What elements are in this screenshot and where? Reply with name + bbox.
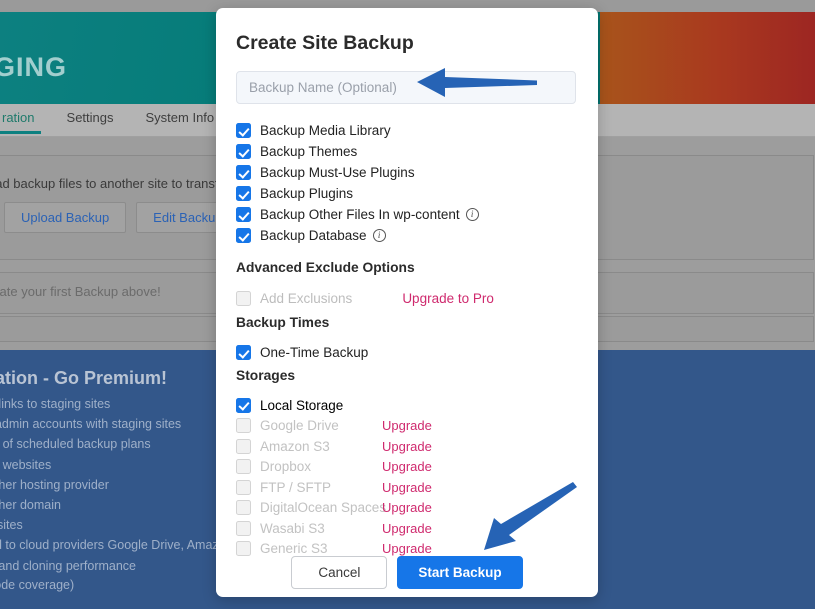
- checkbox-checked-icon[interactable]: [236, 228, 251, 243]
- checkbox-checked-icon[interactable]: [236, 186, 251, 201]
- storage-label: Amazon S3: [260, 438, 330, 454]
- add-exclusions-row: Add Exclusions Upgrade to Pro: [236, 287, 581, 309]
- checkbox-unchecked-icon: [236, 438, 251, 454]
- premium-feature-item: other hosting provider: [0, 477, 109, 492]
- checkbox-checked-icon[interactable]: [236, 165, 251, 180]
- backup-time-label: One-Time Backup: [260, 345, 369, 360]
- storage-label: Wasabi S3: [260, 520, 325, 536]
- backup-options-list: Backup Media Library Backup Themes Backu…: [236, 120, 581, 246]
- storages-section: Storages Local Storage Google Drive Upgr…: [236, 368, 581, 559]
- storage-upgrade-link[interactable]: Upgrade: [382, 418, 432, 433]
- empty-backups-message: reate your first Backup above!: [0, 284, 161, 299]
- storage-item-local-storage[interactable]: Local Storage: [236, 395, 581, 416]
- modal-footer: Cancel Start Backup: [216, 556, 598, 589]
- checkbox-unchecked-icon: [236, 479, 251, 495]
- checkbox-checked-icon[interactable]: [236, 397, 251, 413]
- checkbox-unchecked-icon: [236, 541, 251, 557]
- premium-feature-item-last: code coverage): [0, 578, 75, 592]
- modal-title: Create Site Backup: [236, 32, 414, 54]
- storage-upgrade-link[interactable]: Upgrade: [382, 500, 432, 515]
- screen: GING ration Settings System Info Upg oad…: [0, 0, 815, 609]
- backup-option-label: Backup Must-Use Plugins: [260, 165, 415, 180]
- storage-item-amazon-s3: Amazon S3 Upgrade: [236, 436, 581, 457]
- premium-feature-item: p and cloning performance: [0, 558, 137, 573]
- checkbox-unchecked-icon: [236, 418, 251, 434]
- premium-promo-title: ration - Go Premium!: [0, 368, 168, 388]
- upload-backup-button[interactable]: Upload Backup: [4, 202, 127, 233]
- add-exclusions-label: Add Exclusions: [260, 290, 353, 306]
- storage-upgrade-link[interactable]: Upgrade: [382, 480, 432, 495]
- premium-feature-item: ltisites: [0, 518, 23, 533]
- checkbox-unchecked-icon: [236, 459, 251, 475]
- checkbox-checked-icon[interactable]: [236, 345, 251, 360]
- premium-feature-item: other domain: [0, 498, 61, 513]
- cancel-button[interactable]: Cancel: [291, 556, 388, 589]
- storage-label: Generic S3: [260, 541, 328, 557]
- checkbox-checked-icon[interactable]: [236, 123, 251, 138]
- start-backup-button[interactable]: Start Backup: [397, 556, 523, 589]
- storage-label: Google Drive: [260, 418, 339, 434]
- checkbox-checked-icon[interactable]: [236, 144, 251, 159]
- storage-label: FTP / SFTP: [260, 479, 332, 495]
- upgrade-to-pro-link[interactable]: Upgrade to Pro: [402, 291, 494, 306]
- checkbox-unchecked-icon: [236, 500, 251, 516]
- info-icon[interactable]: i: [465, 208, 479, 221]
- backup-option-label: Backup Plugins: [260, 186, 354, 201]
- backup-name-input[interactable]: [236, 71, 576, 104]
- storage-item-ftp-sftp: FTP / SFTP Upgrade: [236, 477, 581, 498]
- storage-upgrade-link[interactable]: Upgrade: [382, 459, 432, 474]
- checkbox-unchecked-icon: [236, 290, 251, 306]
- checkbox-unchecked-icon: [236, 520, 251, 536]
- storages-heading: Storages: [236, 368, 296, 383]
- storage-label: Dropbox: [260, 459, 312, 475]
- backup-option-label: Backup Media Library: [260, 123, 391, 138]
- checkbox-checked-icon[interactable]: [236, 207, 251, 222]
- backup-time-one-time[interactable]: One-Time Backup: [236, 342, 581, 363]
- page-header-title: GING: [0, 52, 68, 82]
- page-header-banner-right: [600, 12, 815, 104]
- info-icon[interactable]: i: [372, 229, 386, 242]
- tab-migration[interactable]: ration: [0, 108, 51, 127]
- storage-label: DigitalOcean Spaces: [260, 500, 387, 516]
- storage-item-dropbox: Dropbox Upgrade: [236, 457, 581, 478]
- backup-option-media-library[interactable]: Backup Media Library: [236, 120, 581, 141]
- backup-option-themes[interactable]: Backup Themes: [236, 141, 581, 162]
- storage-label: Local Storage: [260, 397, 344, 413]
- backup-times-section: Backup Times One-Time Backup: [236, 315, 581, 363]
- premium-feature-item: ad to cloud providers Google Drive, Amaz…: [0, 538, 245, 553]
- backup-option-label: Backup Other Files In wp-content: [260, 207, 460, 222]
- backup-option-database[interactable]: Backup Database i: [236, 225, 581, 246]
- storage-item-wasabi-s3: Wasabi S3 Upgrade: [236, 518, 581, 539]
- tab-active-underline: [0, 131, 41, 134]
- premium-feature-item: er websites: [0, 457, 52, 472]
- backup-option-label: Backup Themes: [260, 144, 358, 159]
- advanced-exclude-section: Advanced Exclude Options Add Exclusions …: [236, 260, 581, 309]
- premium-feature-item: n links to staging sites: [0, 397, 111, 411]
- backup-times-heading: Backup Times: [236, 315, 330, 330]
- backup-option-must-use-plugins[interactable]: Backup Must-Use Plugins: [236, 162, 581, 183]
- backup-option-plugins[interactable]: Backup Plugins: [236, 183, 581, 204]
- storage-item-google-drive: Google Drive Upgrade: [236, 416, 581, 437]
- storage-item-digitalocean-spaces: DigitalOcean Spaces Upgrade: [236, 498, 581, 519]
- backup-option-other-files[interactable]: Backup Other Files In wp-content i: [236, 204, 581, 225]
- storage-upgrade-link[interactable]: Upgrade: [382, 439, 432, 454]
- premium-feature-item: er of scheduled backup plans: [0, 437, 151, 452]
- storage-upgrade-link[interactable]: Upgrade: [382, 541, 432, 556]
- tab-settings[interactable]: Settings: [51, 108, 130, 127]
- advanced-exclude-heading: Advanced Exclude Options: [236, 260, 415, 275]
- storage-upgrade-link[interactable]: Upgrade: [382, 521, 432, 536]
- premium-feature-list: n links to staging sites f admin account…: [0, 394, 244, 576]
- create-site-backup-modal: Create Site Backup Backup Media Library …: [216, 8, 598, 597]
- premium-feature-item: f admin accounts with staging sites: [0, 417, 182, 432]
- backup-option-label: Backup Database: [260, 228, 367, 243]
